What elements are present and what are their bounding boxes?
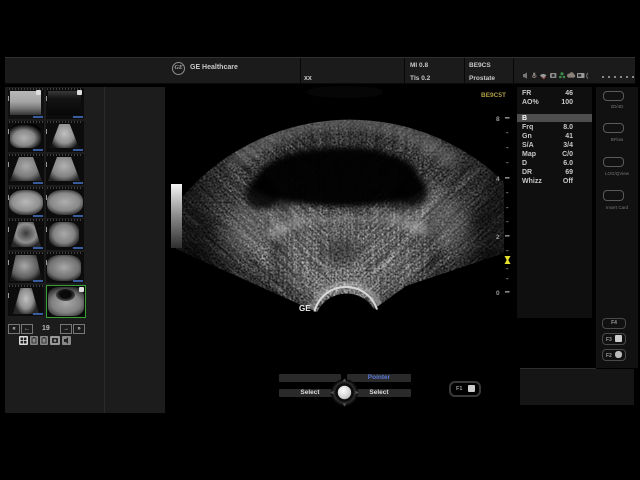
svg-text:0: 0	[496, 290, 500, 297]
svg-text:8: 8	[496, 116, 500, 123]
svg-text:GE: GE	[299, 304, 311, 313]
svg-text:4: 4	[496, 176, 500, 183]
svg-text:2: 2	[496, 234, 500, 241]
svg-text:BE9C5T: BE9C5T	[481, 92, 506, 99]
